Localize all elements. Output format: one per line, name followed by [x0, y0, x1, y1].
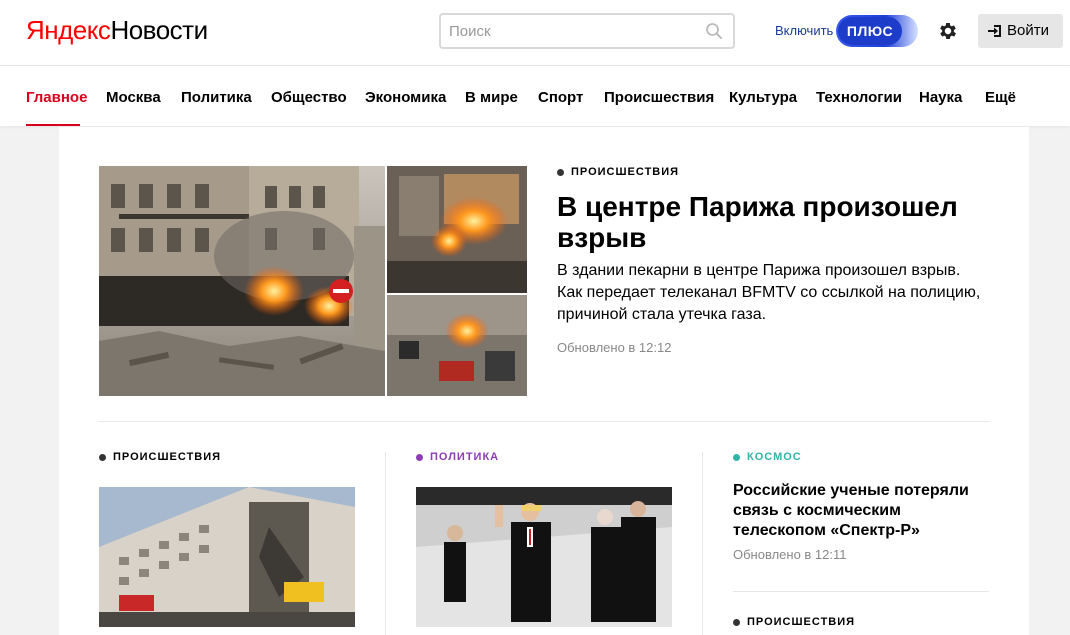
search-input[interactable] [449, 21, 699, 41]
nav-item-culture[interactable]: Культура [729, 89, 797, 106]
news-card: ПРОИСШЕСТВИЯ В центре Парижа произошел в… [59, 127, 1029, 635]
nav-item-economy[interactable]: Экономика [365, 89, 446, 106]
search-icon[interactable] [705, 22, 723, 40]
plus-label: ПЛЮС [838, 17, 902, 45]
divider [99, 421, 989, 422]
login-icon [988, 25, 1001, 37]
plus-enable-link[interactable]: Включить [775, 23, 833, 38]
nav-item-moscow[interactable]: Москва [106, 89, 161, 106]
column-1-rubric[interactable]: ПРОИСШЕСТВИЯ [99, 451, 221, 463]
hero-title[interactable]: В центре Парижа произошел взрыв [557, 191, 977, 253]
logo-yandex: Яндекс [26, 15, 111, 45]
column-divider [385, 452, 386, 635]
login-label: Войти [1007, 22, 1049, 39]
hero-lead: В здании пекарни в центре Парижа произош… [557, 262, 981, 323]
nav-item-incidents[interactable]: Происшествия [604, 89, 714, 106]
column-3-title[interactable]: Российские ученые потеряли связь с косми… [733, 481, 998, 541]
nav-item-sport[interactable]: Спорт [538, 89, 583, 106]
column-2-rubric[interactable]: ПОЛИТИКА [416, 451, 499, 463]
column-3-divider [733, 591, 989, 592]
nav-active-underline [26, 124, 80, 126]
column-divider [702, 452, 703, 635]
plus-toggle[interactable]: ПЛЮС [836, 15, 918, 47]
gear-icon[interactable] [937, 20, 959, 42]
login-button[interactable]: Войти [978, 14, 1063, 48]
nav-item-world[interactable]: В мире [465, 89, 518, 106]
nav-item-main[interactable]: Главное [26, 89, 87, 106]
column-3-rubric[interactable]: КОСМОС [733, 451, 802, 463]
column-2-photo[interactable] [416, 487, 672, 627]
logo-news: Новости [110, 15, 208, 45]
hero-updated: Обновлено в 12:12 [557, 340, 672, 355]
nav-item-society[interactable]: Общество [271, 89, 347, 106]
yandex-news-logo[interactable]: ЯндексНовости [26, 14, 208, 46]
nav-item-politics[interactable]: Политика [181, 89, 252, 106]
nav-item-more[interactable]: Ещё [985, 89, 1016, 106]
rubric-nav: Главное Москва Политика Общество Экономи… [0, 66, 1070, 126]
column-3-updated: Обновлено в 12:11 [733, 547, 847, 562]
top-header: ЯндексНовости Включить ПЛЮС Войти [0, 0, 1070, 66]
column-1-photo[interactable] [99, 487, 355, 627]
hero-photo-collage[interactable] [99, 166, 527, 396]
search-box [439, 13, 735, 49]
hero-rubric[interactable]: ПРОИСШЕСТВИЯ [557, 166, 679, 178]
nav-item-science[interactable]: Наука [919, 89, 962, 106]
nav-item-technology[interactable]: Технологии [816, 89, 902, 106]
column-3-second-rubric[interactable]: ПРОИСШЕСТВИЯ [733, 616, 855, 628]
